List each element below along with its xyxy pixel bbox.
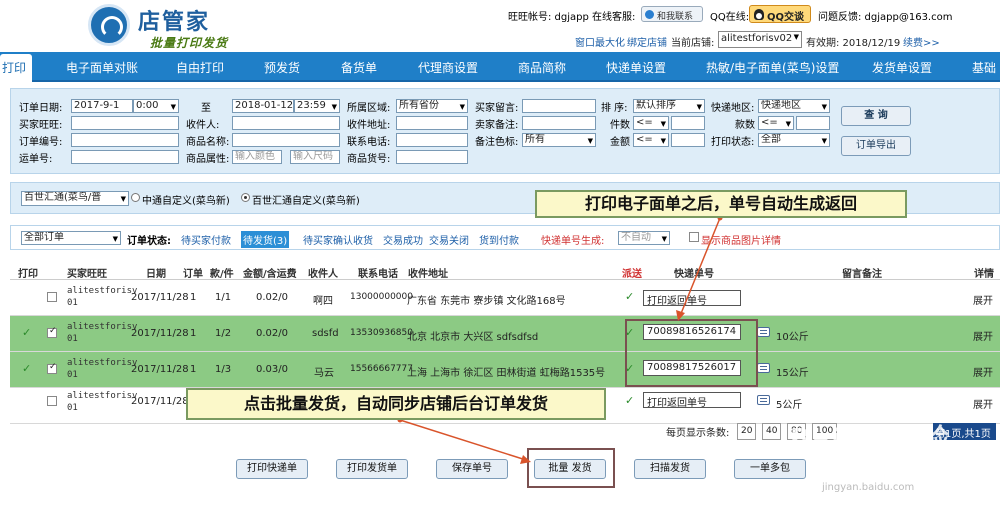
callout-batch-ship: 点击批量发货，自动同步店铺后台订单发货 — [186, 388, 606, 420]
arrow-line-top — [679, 217, 721, 317]
annotation-arrows — [397, 215, 723, 464]
arrow-line-bottom — [399, 419, 527, 461]
callout-auto-tracking: 打印电子面单之后，单号自动生成返回 — [535, 190, 907, 218]
arrow-head-bottom — [520, 455, 531, 464]
arrow-head-top — [676, 310, 685, 321]
